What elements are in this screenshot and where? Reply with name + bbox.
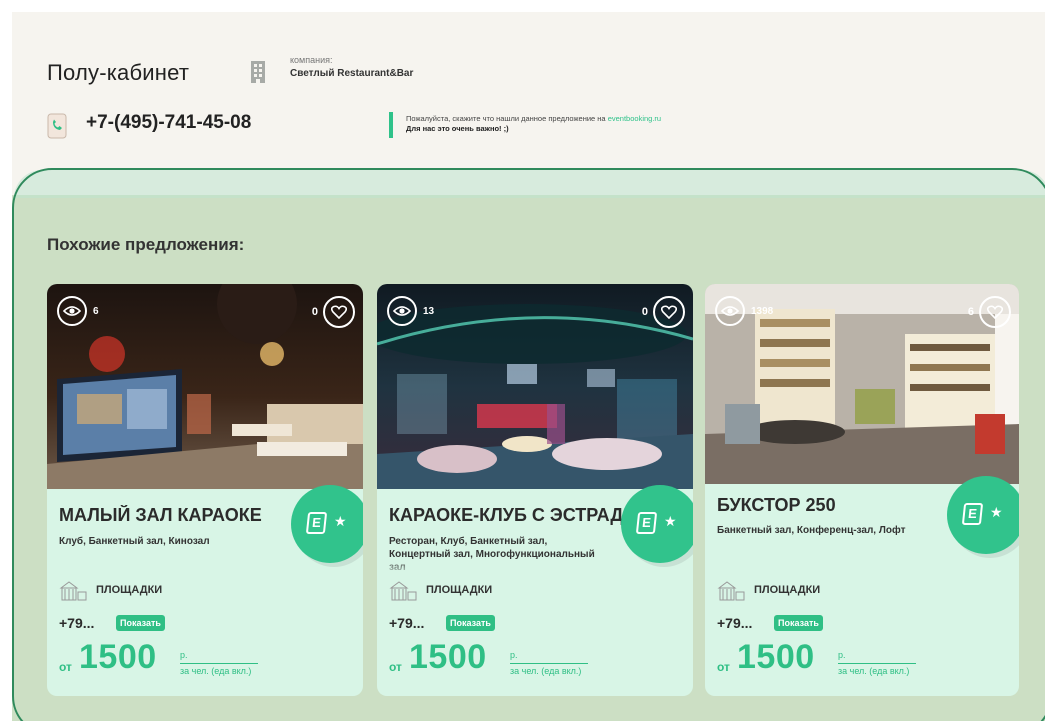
phone-icon bbox=[47, 113, 67, 139]
venues-icon bbox=[59, 581, 87, 601]
offer-phone: +79... bbox=[389, 615, 425, 631]
page-title: Полу-кабинет bbox=[47, 60, 190, 85]
show-phone-button[interactable]: Показать bbox=[774, 615, 823, 631]
notice-accent-bar bbox=[389, 112, 393, 138]
price-from: от bbox=[717, 660, 730, 674]
venues-label[interactable]: ПЛОЩАДКИ bbox=[754, 584, 820, 596]
eventbooking-logo-icon: E bbox=[961, 503, 984, 525]
likes-count: 0 bbox=[311, 306, 318, 318]
star-icon: ★ bbox=[664, 513, 677, 529]
company-name: Светлый Restaurant&Bar bbox=[290, 68, 414, 79]
company-label: компания: bbox=[290, 55, 333, 65]
heart-icon[interactable] bbox=[653, 296, 685, 328]
price-divider bbox=[838, 663, 916, 664]
offer-types-fade bbox=[389, 562, 605, 576]
offer-card[interactable]: 1398 6 БУКСТОР 250 Банкетный зал, Конфер… bbox=[705, 284, 1019, 696]
venues-icon bbox=[717, 581, 745, 601]
views-counter: 6 bbox=[57, 296, 99, 326]
price-description: за чел. (еда вкл.) bbox=[510, 666, 582, 676]
eye-icon bbox=[387, 296, 417, 326]
eventbooking-link[interactable]: eventbooking.ru bbox=[608, 114, 661, 123]
views-counter: 13 bbox=[387, 296, 434, 326]
price-from: от bbox=[59, 660, 72, 674]
price-value: 1500 bbox=[409, 638, 487, 676]
heart-icon[interactable] bbox=[323, 296, 355, 328]
views-count: 13 bbox=[423, 305, 435, 317]
heart-icon[interactable] bbox=[979, 296, 1011, 328]
eventbooking-badge: E ★ bbox=[947, 476, 1019, 554]
notice-text: Пожалуйста, скажите что нашли данное пре… bbox=[406, 114, 661, 123]
likes-count: 6 bbox=[967, 306, 974, 318]
views-count: 1398 bbox=[751, 305, 774, 317]
show-phone-button[interactable]: Показать bbox=[116, 615, 165, 631]
price-divider bbox=[510, 663, 588, 664]
eventbooking-logo-icon: E bbox=[635, 512, 658, 534]
eye-icon bbox=[715, 296, 745, 326]
likes-counter[interactable]: 0 bbox=[642, 296, 685, 328]
venues-label[interactable]: ПЛОЩАДКИ bbox=[426, 584, 492, 596]
offer-phone: +79... bbox=[717, 615, 753, 631]
venues-label[interactable]: ПЛОЩАДКИ bbox=[96, 584, 162, 596]
star-icon: ★ bbox=[334, 513, 347, 529]
offer-types: Клуб, Банкетный зал, Кинозал bbox=[59, 536, 210, 547]
offer-types: Банкетный зал, Конференц-зал, Лофт bbox=[717, 525, 906, 536]
price-description: за чел. (еда вкл.) bbox=[180, 666, 252, 676]
likes-counter[interactable]: 6 bbox=[968, 296, 1011, 328]
likes-count: 0 bbox=[641, 306, 648, 318]
price-description: за чел. (еда вкл.) bbox=[838, 666, 910, 676]
offer-card[interactable]: 6 0 МАЛЫЙ ЗАЛ КАРАОКЕ Клуб, Банкетный за… bbox=[47, 284, 363, 696]
notice-message: Пожалуйста, скажите что нашли данное пре… bbox=[406, 114, 606, 123]
show-phone-button[interactable]: Показать bbox=[446, 615, 495, 631]
views-counter: 1398 bbox=[715, 296, 773, 326]
notice-emphasis: Для нас это очень важно! ;) bbox=[406, 124, 509, 133]
building-icon bbox=[251, 61, 265, 83]
price-currency: р. bbox=[510, 650, 518, 660]
price-currency: р. bbox=[838, 650, 846, 660]
eventbooking-badge: E ★ bbox=[291, 485, 363, 563]
price-from: от bbox=[389, 660, 402, 674]
similar-offers-title: Похожие предложения: bbox=[47, 235, 245, 254]
price-divider bbox=[180, 663, 258, 664]
eventbooking-badge: E ★ bbox=[621, 485, 693, 563]
offer-phone: +79... bbox=[59, 615, 95, 631]
offer-card[interactable]: 13 0 КАРАОКЕ-КЛУБ С ЭСТРАДОЙ Ресторан, К… bbox=[377, 284, 693, 696]
price-currency: р. bbox=[180, 650, 188, 660]
price-value: 1500 bbox=[737, 638, 815, 676]
page: Полу-кабинет компания: Светлый Restauran… bbox=[0, 0, 1045, 721]
price-value: 1500 bbox=[79, 638, 157, 676]
views-count: 6 bbox=[93, 305, 99, 317]
likes-counter[interactable]: 0 bbox=[312, 296, 355, 328]
star-icon: ★ bbox=[990, 504, 1003, 520]
eventbooking-logo-icon: E bbox=[305, 512, 328, 534]
eye-icon bbox=[57, 296, 87, 326]
phone-number[interactable]: +7-(495)-741-45-08 bbox=[86, 112, 251, 134]
venues-icon bbox=[389, 581, 417, 601]
